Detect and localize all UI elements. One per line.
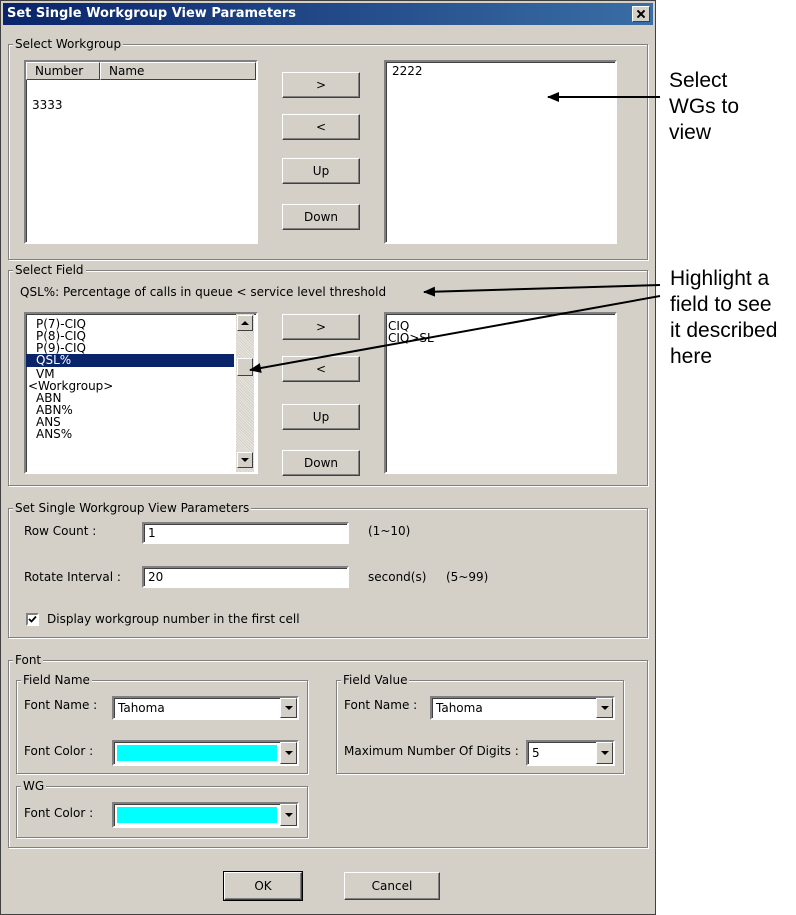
annotation-highlight-field: Highlight a field to see it described he…: [670, 267, 778, 368]
arrow-description: [423, 284, 661, 297]
arrow-field-list: [249, 295, 661, 373]
annotation-select-wgs: Select WGs to view: [669, 69, 740, 144]
